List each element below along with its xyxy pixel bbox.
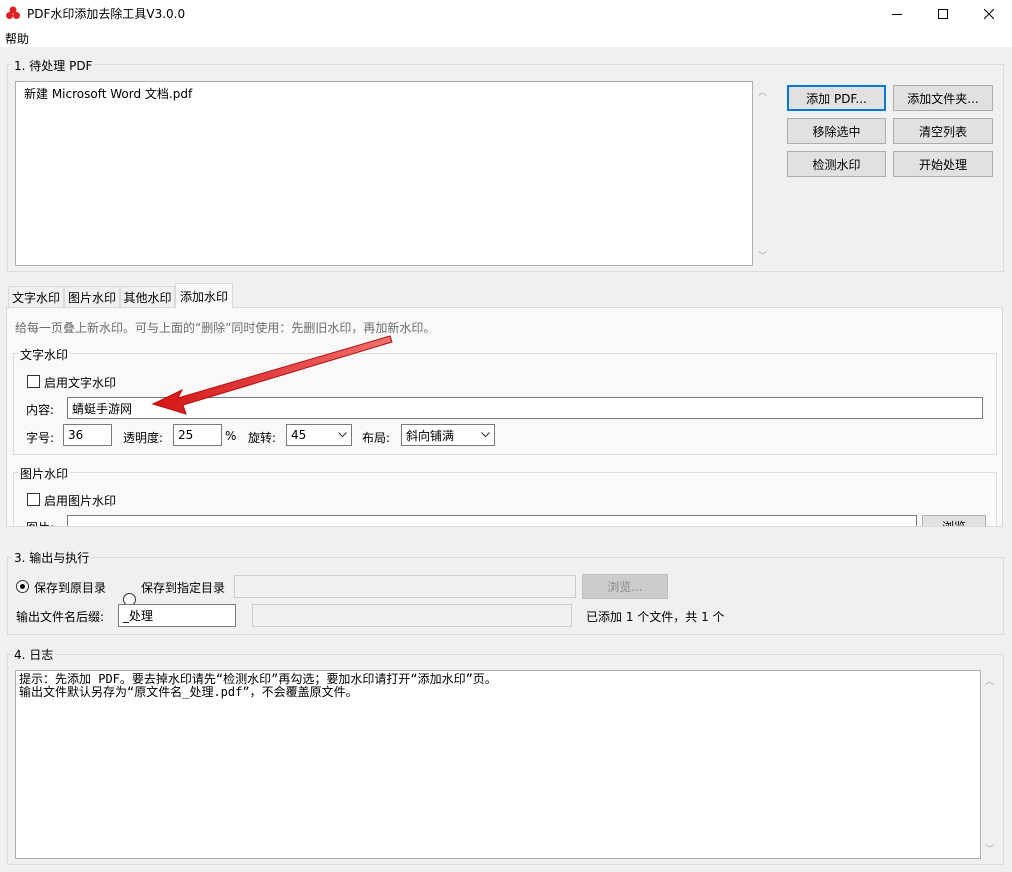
minimize-icon	[892, 13, 902, 15]
start-process-button[interactable]: 开始处理	[893, 151, 993, 177]
window-title: PDF水印添加去除工具V3.0.0	[27, 7, 186, 21]
tab-image-watermark[interactable]: 图片水印	[64, 286, 120, 307]
chevron-down-icon	[338, 432, 347, 438]
image-path-label: 图片:	[26, 519, 54, 526]
content-input[interactable]: 蜻蜓手游网	[67, 397, 983, 419]
enable-text-watermark-label[interactable]: 启用文字水印	[44, 374, 116, 391]
layout-value: 斜向铺满	[406, 428, 455, 443]
add-pdf-button[interactable]: 添加 PDF...	[787, 85, 886, 111]
close-button[interactable]	[966, 0, 1012, 27]
chevron-down-icon	[481, 432, 490, 438]
list-item[interactable]: 新建 Microsoft Word 文档.pdf	[24, 85, 192, 102]
add-folder-button[interactable]: 添加文件夹...	[893, 85, 993, 111]
image-path-input[interactable]	[67, 515, 917, 526]
tab-other-watermark[interactable]: 其他水印	[120, 286, 175, 307]
remove-selected-button[interactable]: 移除选中	[787, 118, 886, 144]
app-logo-icon	[6, 6, 20, 19]
progress-bar	[252, 604, 572, 627]
enable-image-watermark-checkbox[interactable]	[27, 493, 40, 506]
file-count-status: 已添加 1 个文件，共 1 个	[586, 610, 725, 624]
log-line: 输出文件默认另存为“原文件名_处理.pdf”，不会覆盖原文件。	[19, 685, 358, 699]
rotate-value: 45	[291, 428, 307, 442]
output-legend: 3. 输出与执行	[12, 549, 92, 566]
opacity-percent-label: %	[225, 429, 237, 443]
enable-image-watermark-label[interactable]: 启用图片水印	[44, 492, 116, 509]
image-browse-button[interactable]: 浏览	[922, 515, 986, 526]
save-original-label[interactable]: 保存到原目录	[34, 579, 106, 596]
image-watermark-legend: 图片水印	[18, 465, 71, 482]
scroll-up-icon[interactable]: ︿	[758, 85, 767, 98]
suffix-input[interactable]: _处理	[118, 604, 236, 627]
tab-text-watermark[interactable]: 文字水印	[8, 286, 64, 307]
save-original-radio[interactable]	[16, 580, 29, 593]
scroll-down-icon[interactable]: ﹀	[758, 249, 767, 262]
menu-help[interactable]: 帮助	[5, 30, 29, 47]
content-label: 内容:	[26, 403, 55, 417]
log-legend: 4. 日志	[12, 646, 56, 663]
scroll-up-icon[interactable]: ︿	[985, 674, 994, 687]
detect-watermark-button[interactable]: 检测水印	[787, 151, 886, 177]
size-label: 字号:	[26, 431, 55, 445]
size-input[interactable]: 36	[63, 424, 112, 446]
rotate-label: 旋转:	[248, 431, 277, 445]
tab-add-watermark[interactable]: 添加水印	[175, 283, 233, 308]
suffix-label: 输出文件名后缀:	[16, 610, 105, 624]
add-watermark-panel: 给每一页叠上新水印。可与上面的“删除”同时使用：先删旧水印，再加新水印。 文字水…	[6, 307, 1003, 527]
enable-text-watermark-checkbox[interactable]	[27, 375, 40, 388]
add-watermark-hint: 给每一页叠上新水印。可与上面的“删除”同时使用：先删旧水印，再加新水印。	[15, 321, 436, 335]
pending-pdf-legend: 1. 待处理 PDF	[12, 57, 95, 74]
opacity-label: 透明度:	[123, 431, 164, 445]
clear-list-button[interactable]: 清空列表	[893, 118, 993, 144]
log-scrollbar[interactable]: ︿ ﹀	[981, 670, 998, 859]
menu-bar: 帮助	[0, 27, 1012, 47]
scroll-down-icon[interactable]: ﹀	[985, 842, 994, 855]
rotate-select[interactable]: 45	[286, 424, 352, 446]
text-watermark-legend: 文字水印	[18, 346, 71, 363]
close-icon	[984, 8, 994, 19]
log-textarea[interactable]: 提示：先添加 PDF。要去掉水印请先“检测水印”再勾选；要加水印请打开“添加水印…	[15, 670, 981, 859]
layout-select[interactable]: 斜向铺满	[401, 424, 495, 446]
opacity-input[interactable]: 25	[173, 424, 222, 446]
save-custom-label[interactable]: 保存到指定目录	[141, 579, 225, 596]
minimize-button[interactable]	[874, 0, 920, 27]
pdf-file-list[interactable]: 新建 Microsoft Word 文档.pdf	[15, 81, 753, 266]
maximize-icon	[938, 8, 948, 19]
custom-directory-input[interactable]	[234, 575, 576, 598]
title-bar: PDF水印添加去除工具V3.0.0	[0, 0, 1012, 27]
file-list-scrollbar[interactable]: ︿ ﹀	[754, 81, 771, 266]
layout-label: 布局:	[362, 431, 391, 445]
maximize-button[interactable]	[920, 0, 966, 27]
output-browse-button[interactable]: 浏览...	[582, 574, 668, 599]
